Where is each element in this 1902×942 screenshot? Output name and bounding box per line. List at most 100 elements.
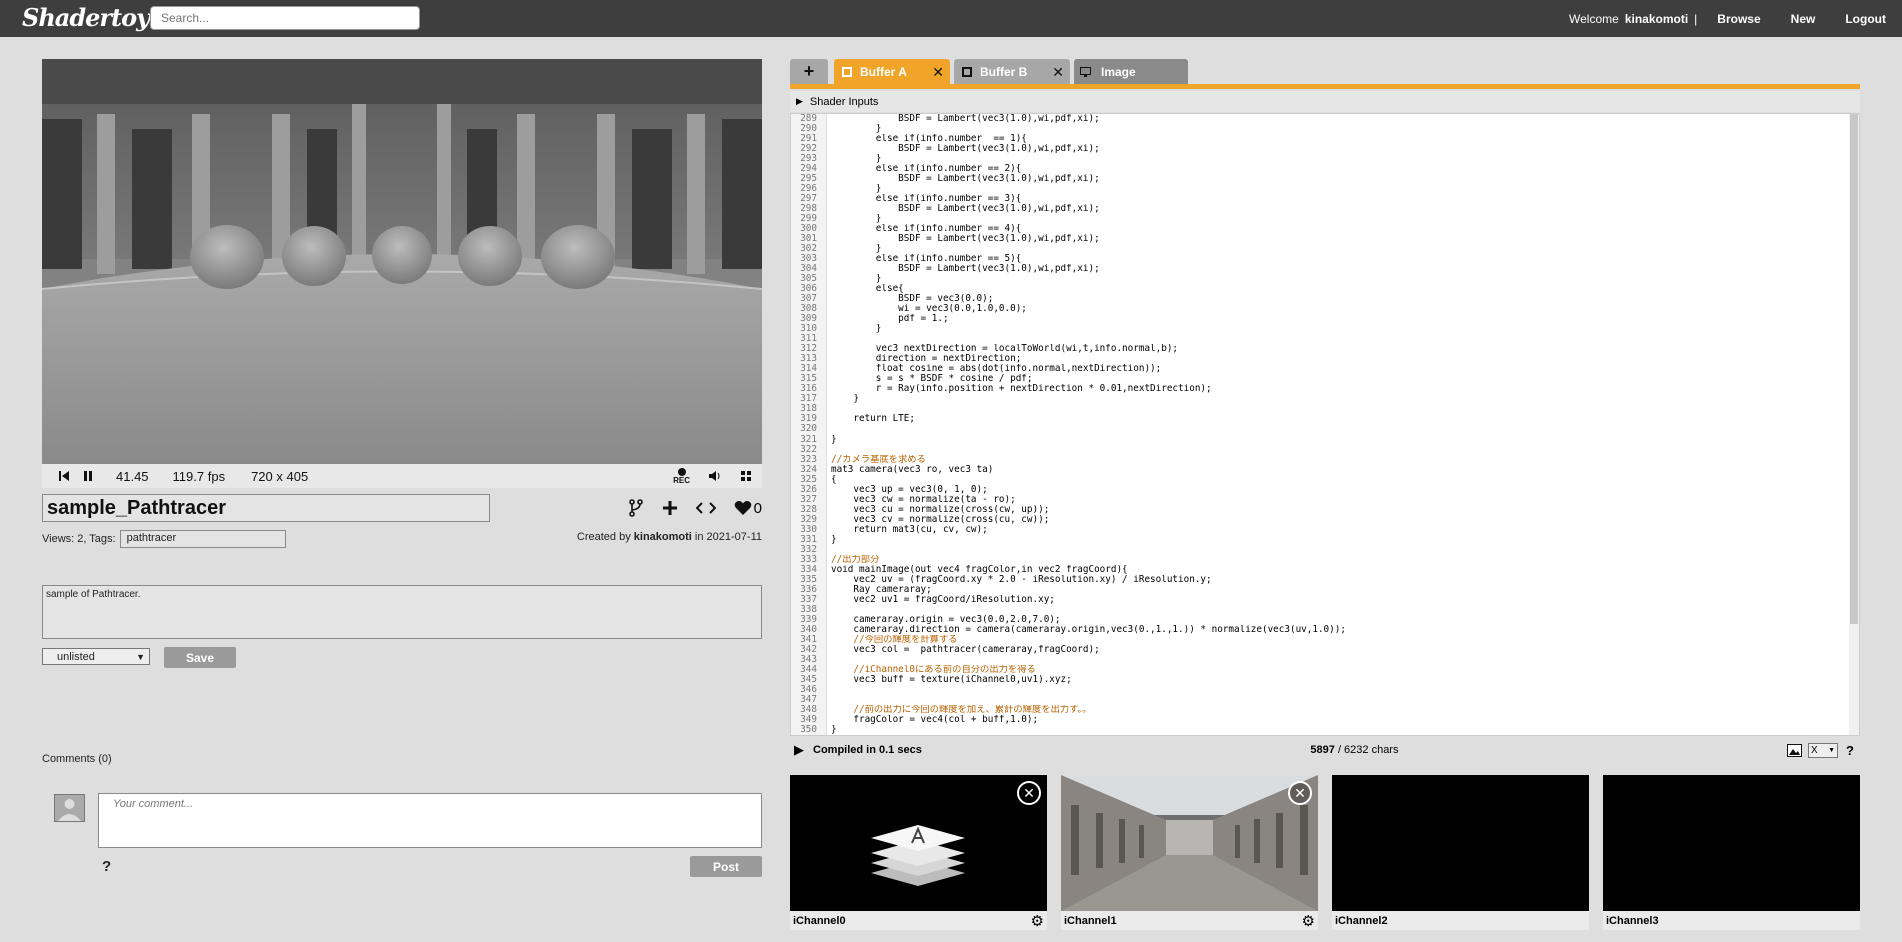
code-line[interactable]: BSDF = Lambert(vec3(1.0),wi,pdf,xi); [831,234,1849,244]
code-line[interactable]: //出力部分 [831,555,1849,565]
code-line[interactable]: r = Ray(info.position + nextDirection * … [831,384,1849,394]
ichannel2-preview[interactable] [1332,775,1589,911]
save-button[interactable]: Save [164,647,236,668]
code-line[interactable]: Ray cameraray; [831,585,1849,595]
code-line[interactable]: } [831,184,1849,194]
code-line[interactable]: } [831,725,1849,735]
tags-field[interactable]: pathtracer [119,530,286,548]
ichannel1-preview[interactable]: ✕ [1061,775,1318,911]
code-line[interactable]: } [831,124,1849,134]
pause-icon[interactable] [82,470,94,482]
code-line[interactable]: BSDF = Lambert(vec3(1.0),wi,pdf,xi); [831,114,1849,124]
code-line[interactable]: //iChannel0にある前の自分の出力を得る [831,665,1849,675]
code-line[interactable]: void mainImage(out vec4 fragColor,in vec… [831,565,1849,575]
code-line[interactable]: } [831,324,1849,334]
search-input[interactable] [150,6,420,30]
shader-viewport[interactable] [42,59,762,464]
new-link[interactable]: New [1791,12,1816,26]
code-line[interactable]: BSDF = Lambert(vec3(1.0),wi,pdf,xi); [831,264,1849,274]
code-line[interactable] [831,685,1849,695]
tab-image[interactable]: Image [1074,59,1188,84]
fork-icon[interactable] [628,499,644,517]
code-line[interactable]: BSDF = Lambert(vec3(1.0),wi,pdf,xi); [831,144,1849,154]
code-line[interactable] [831,605,1849,615]
code-line[interactable]: mat3 camera(vec3 ro, vec3 ta) [831,465,1849,475]
font-size-select[interactable]: X ▼ [1808,742,1839,758]
code-line[interactable]: wi = vec3(0.0,1.0,0.0); [831,304,1849,314]
code-text[interactable]: BSDF = Lambert(vec3(1.0),wi,pdf,xi); } e… [831,114,1849,735]
code-line[interactable]: vec2 uv1 = fragCoord/iResolution.xy; [831,595,1849,605]
code-line[interactable]: vec3 up = vec3(0, 1, 0); [831,485,1849,495]
code-line[interactable]: BSDF = vec3(0.0); [831,294,1849,304]
tab-buffer-a[interactable]: Buffer A ✕ [834,59,950,84]
code-line[interactable]: } [831,154,1849,164]
editor-scrollbar[interactable] [1849,114,1859,735]
code-line[interactable]: //カメラ基底を求める [831,455,1849,465]
code-line[interactable]: vec3 nextDirection = localToWorld(wi,t,i… [831,344,1849,354]
code-line[interactable] [831,445,1849,455]
code-line[interactable]: } [831,435,1849,445]
description-field[interactable]: sample of Pathtracer. [42,585,762,639]
code-line[interactable] [831,424,1849,434]
code-line[interactable] [831,695,1849,705]
code-line[interactable]: cameraray.origin = vec3(0.0,2.0,7.0); [831,615,1849,625]
ichannel0-preview[interactable]: ✕ [790,775,1047,911]
code-line[interactable]: else{ [831,284,1849,294]
ichannel0-slot[interactable]: ✕ iChannel0 ⚙ [790,775,1047,930]
code-line[interactable]: else if(info.number == 4){ [831,224,1849,234]
post-button[interactable]: Post [690,856,762,877]
like-button[interactable]: 0 [734,500,762,517]
code-line[interactable]: vec3 col = pathtracer(cameraray,fragCoor… [831,645,1849,655]
code-line[interactable]: { [831,475,1849,485]
code-line[interactable]: return mat3(cu, cv, cw); [831,525,1849,535]
comment-input[interactable]: Your comment... [98,793,762,848]
code-line[interactable]: else if(info.number == 1){ [831,134,1849,144]
code-line[interactable]: //今回の輝度を計算する [831,635,1849,645]
author-link[interactable]: kinakomoti [634,531,692,543]
add-tab-button[interactable]: + [790,59,828,84]
record-button[interactable]: REC [673,467,690,485]
logout-link[interactable]: Logout [1845,12,1886,26]
code-line[interactable]: } [831,214,1849,224]
close-icon[interactable]: ✕ [932,64,944,81]
browse-link[interactable]: Browse [1717,12,1760,26]
code-line[interactable] [831,334,1849,344]
code-line[interactable]: vec3 cu = normalize(cross(cw, up)); [831,505,1849,515]
close-icon[interactable]: ✕ [1052,64,1064,81]
gear-icon[interactable]: ⚙ [1302,912,1315,930]
code-editor[interactable]: 289 290 291 292 293 294 295 296 297 298 299 300 301 3… [790,113,1860,736]
visibility-select[interactable]: unlisted ▼ [42,648,150,665]
code-line[interactable]: direction = nextDirection; [831,354,1849,364]
code-line[interactable]: BSDF = Lambert(vec3(1.0),wi,pdf,xi); [831,174,1849,184]
code-line[interactable]: vec3 buff = texture(iChannel0,uv1).xyz; [831,675,1849,685]
code-line[interactable] [831,545,1849,555]
code-line[interactable]: vec3 cw = normalize(ta - ro); [831,495,1849,505]
shadertoy-logo[interactable]: Shadertoy [22,3,150,32]
code-line[interactable]: pdf = 1.; [831,314,1849,324]
code-line[interactable]: } [831,244,1849,254]
compile-icon[interactable]: ▶ [794,742,804,758]
code-line[interactable]: } [831,274,1849,284]
code-line[interactable]: else if(info.number == 5){ [831,254,1849,264]
ichannel2-slot[interactable]: iChannel2 [1332,775,1589,930]
add-icon[interactable] [662,500,678,516]
ichannel3-preview[interactable] [1603,775,1860,911]
code-line[interactable]: fragColor = vec4(col + buff,1.0); [831,715,1849,725]
code-line[interactable]: vec3 cv = normalize(cross(cu, cw)); [831,515,1849,525]
embed-code-icon[interactable] [695,501,716,515]
ichannel3-slot[interactable]: iChannel3 [1603,775,1860,930]
code-line[interactable]: //前の出力に今回の輝度を加え、累計の輝度を出力す。。 [831,705,1849,715]
close-icon[interactable]: ✕ [1017,781,1041,805]
volume-icon[interactable] [708,470,722,482]
shader-inputs-toggle[interactable]: ▶ Shader Inputs [790,91,1860,112]
code-line[interactable]: cameraray.direction = camera(cameraray.o… [831,625,1849,635]
code-line[interactable]: float cosine = abs(dot(info.normal,nextD… [831,364,1849,374]
tab-buffer-b[interactable]: Buffer B ✕ [954,59,1070,84]
username-link[interactable]: kinakomoti [1625,12,1688,26]
code-line[interactable]: BSDF = Lambert(vec3(1.0),wi,pdf,xi); [831,204,1849,214]
ichannel1-slot[interactable]: ✕ iChannel1 ⚙ [1061,775,1318,930]
fullscreen-icon[interactable] [740,470,752,482]
code-line[interactable]: s = s * BSDF * cosine / pdf; [831,374,1849,384]
gear-icon[interactable]: ⚙ [1031,912,1044,930]
code-line[interactable]: } [831,535,1849,545]
